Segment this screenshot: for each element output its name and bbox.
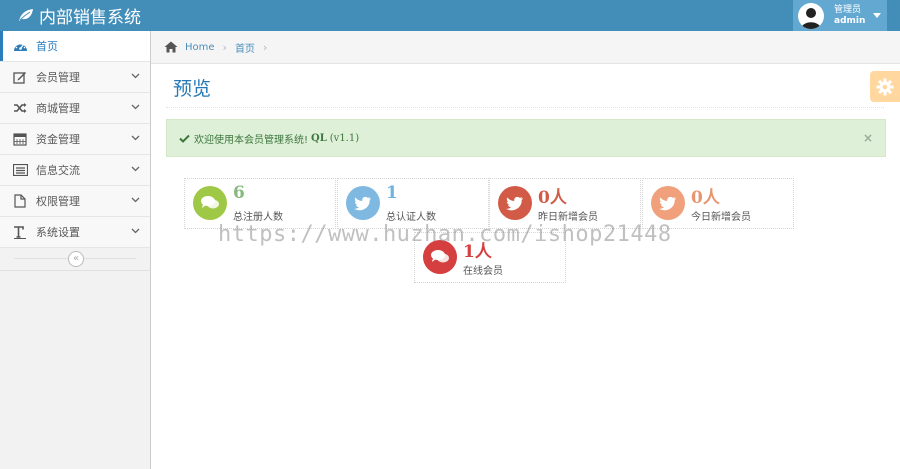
brand[interactable]: 内部销售系统 (18, 4, 141, 28)
sidebar-item-label: 系统设置 (36, 226, 80, 239)
settings-button[interactable] (870, 71, 900, 102)
app-title: 内部销售系统 (39, 7, 141, 28)
page-header: 预览 (166, 64, 884, 108)
breadcrumb-separator: › (222, 40, 227, 54)
alert-brand: QL (311, 132, 327, 144)
breadcrumb: Home › 首页 › (151, 31, 900, 64)
caret-down-icon (873, 13, 882, 18)
sidebar-item-home[interactable]: 首页 (0, 31, 150, 62)
sidebar-item-member[interactable]: 会员管理 (0, 62, 150, 93)
stat-value: 0人 (691, 188, 720, 208)
comments-icon (193, 186, 227, 220)
twitter-icon (346, 186, 380, 220)
sidebar-item-settings[interactable]: 系统设置 (0, 217, 150, 248)
user-role: 管理员 (834, 4, 862, 15)
page-title: 预览 (173, 78, 212, 100)
stat-label: 今日新增会员 (691, 212, 751, 223)
sidebar-item-label: 会员管理 (36, 71, 80, 84)
breadcrumb-home-link[interactable]: Home (185, 42, 215, 53)
sidebar-item-funds[interactable]: 资金管理 (0, 124, 150, 155)
welcome-alert: 欢迎使用本会员管理系统! QL (v1.1) × (166, 119, 886, 157)
sidebar-item-label: 首页 (36, 40, 58, 53)
chevron-down-icon (131, 228, 140, 234)
sidebar-item-label: 权限管理 (36, 195, 80, 208)
close-alert-button[interactable]: × (863, 131, 873, 145)
sidebar-item-mall[interactable]: 商城管理 (0, 93, 150, 124)
file-icon (12, 193, 28, 209)
user-menu[interactable]: 管理员 admin (793, 0, 887, 31)
watermark: https://www.huzhan.com/ishop21448 (218, 222, 672, 247)
stat-label: 总注册人数 (233, 212, 283, 223)
breadcrumb-separator: › (262, 40, 268, 54)
chevron-down-icon (131, 135, 140, 141)
sidebar-collapse: « (0, 248, 150, 271)
edit-icon (12, 69, 28, 85)
list-icon (12, 162, 28, 178)
twitter-icon (498, 186, 532, 220)
stat-value: 1 (386, 183, 398, 203)
stat-label: 昨日新增会员 (538, 212, 598, 223)
shuffle-icon (12, 100, 28, 116)
sidebar-item-permissions[interactable]: 权限管理 (0, 186, 150, 217)
sidebar: 首页 会员管理 商城管理 资金管理 信息交流 权限管理 系统设置 « (0, 31, 151, 469)
leaf-icon (19, 9, 33, 21)
alert-text: 欢迎使用本会员管理系统! (194, 134, 309, 146)
sidebar-item-label: 商城管理 (36, 102, 80, 115)
gear-icon (876, 78, 894, 95)
chevron-down-icon (131, 104, 140, 110)
stat-value: 0人 (538, 188, 567, 208)
dashboard-icon (12, 38, 28, 54)
chevron-down-icon (131, 197, 140, 203)
user-name: admin (834, 15, 866, 26)
chevron-down-icon (131, 166, 140, 172)
top-navbar: 内部销售系统 管理员 admin (0, 0, 900, 31)
sidebar-item-messages[interactable]: 信息交流 (0, 155, 150, 186)
breadcrumb-current: 首页 (234, 43, 255, 55)
check-icon (179, 134, 190, 143)
calendar-icon (12, 131, 28, 147)
stat-value: 6 (233, 183, 245, 203)
stat-label: 在线会员 (463, 266, 503, 277)
alert-version: (v1.1) (329, 132, 360, 144)
collapse-sidebar-button[interactable]: « (68, 251, 84, 267)
twitter-icon (651, 186, 685, 220)
sidebar-item-label: 信息交流 (36, 164, 80, 177)
chevron-down-icon (131, 73, 140, 79)
sidebar-item-label: 资金管理 (36, 133, 80, 146)
stat-label: 总认证人数 (386, 212, 436, 223)
avatar (798, 2, 824, 29)
home-icon (164, 41, 178, 53)
text-icon (12, 224, 28, 240)
